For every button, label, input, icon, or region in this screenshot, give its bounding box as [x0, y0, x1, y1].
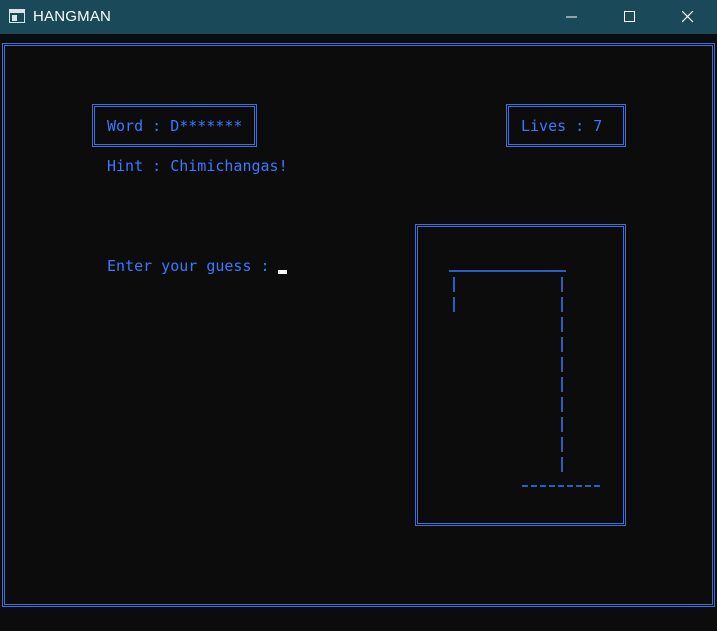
- hint-text: Hint : Chimichangas!: [107, 157, 288, 175]
- minimize-icon: [566, 16, 577, 18]
- maximize-button[interactable]: [601, 0, 659, 34]
- console-window-icon: [9, 9, 25, 23]
- lives-display: Lives : 7: [521, 117, 603, 135]
- minimize-button[interactable]: [543, 0, 601, 34]
- close-icon: [682, 11, 694, 23]
- guess-prompt: Enter your guess :: [107, 257, 279, 275]
- close-button[interactable]: [659, 0, 717, 34]
- title-bar[interactable]: HANGMAN: [0, 0, 717, 34]
- word-display: Word : D*******: [107, 117, 243, 135]
- window-title: HANGMAN: [33, 8, 112, 25]
- gallows-drawing: [449, 270, 601, 487]
- maximize-icon: [624, 11, 635, 22]
- text-cursor: [278, 270, 287, 274]
- console-area[interactable]: Word : D******* Lives : 7 Hint : Chimich…: [0, 34, 717, 631]
